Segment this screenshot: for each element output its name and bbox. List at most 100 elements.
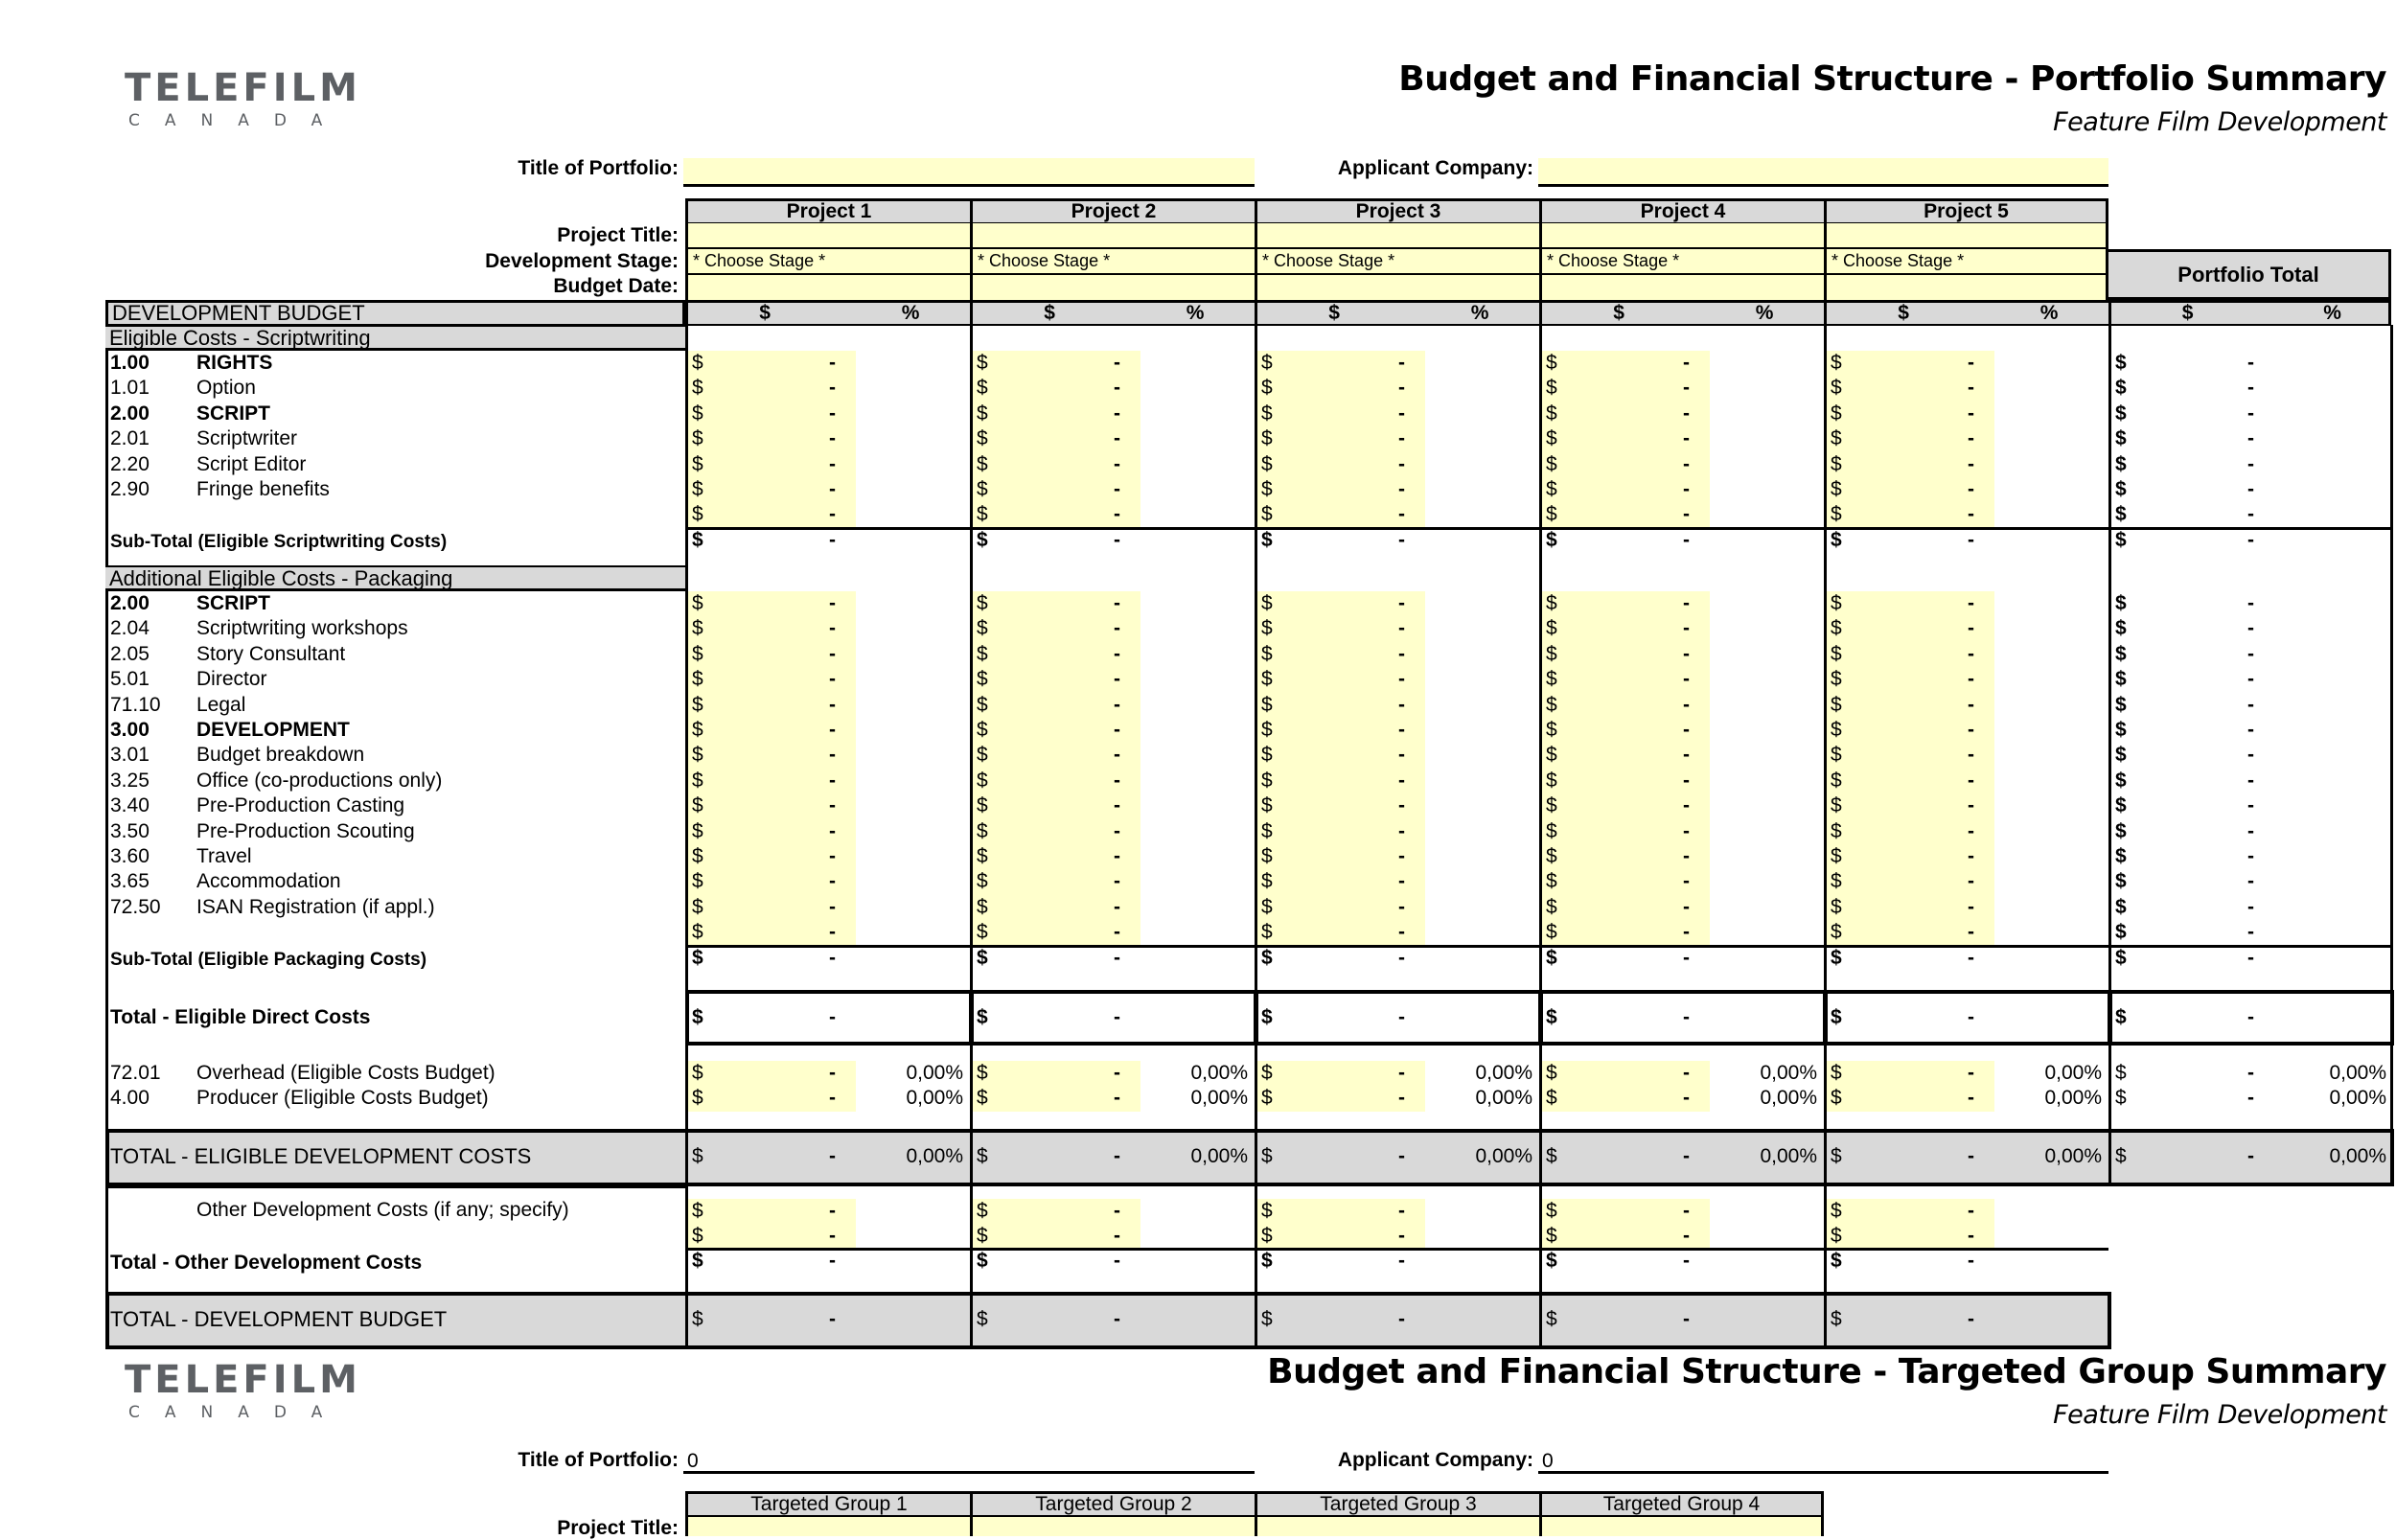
column-subheader: $% bbox=[1255, 300, 1539, 326]
amount-value: - bbox=[829, 1250, 836, 1272]
development-stage-select[interactable]: * Choose Stage * bbox=[1539, 249, 1824, 275]
column-divider bbox=[2108, 325, 2111, 1185]
total-eligible-direct-label: Total - Eligible Direct Costs bbox=[110, 1006, 371, 1028]
project-title-input[interactable] bbox=[1255, 223, 1539, 249]
row-label: 3.00 DEVELOPMENT bbox=[110, 718, 350, 743]
amount-value: - bbox=[1968, 1200, 1974, 1222]
packaging-subtotal-label: Sub-Total (Eligible Packaging Costs) bbox=[110, 949, 427, 970]
amount-value: - bbox=[829, 592, 836, 614]
percent-value: 0,00% bbox=[1760, 1062, 1817, 1084]
currency-symbol: $ bbox=[1546, 1200, 1557, 1222]
currency-symbol: $ bbox=[692, 452, 703, 475]
account-label: Pre-Production Casting bbox=[196, 794, 405, 817]
development-stage-select[interactable]: * Choose Stage * bbox=[1824, 249, 2108, 275]
budget-date-input[interactable] bbox=[1255, 275, 1539, 300]
currency-symbol: $ bbox=[692, 668, 703, 691]
dollar-column-header: $ bbox=[759, 302, 771, 324]
currency-symbol: $ bbox=[1261, 478, 1273, 500]
percent-value: 0,00% bbox=[2044, 1145, 2102, 1167]
row-label: 2.01 Scriptwriter bbox=[110, 426, 297, 451]
amount-value: - bbox=[1114, 427, 1120, 450]
row-label: 4.00 Producer (Eligible Costs Budget) bbox=[110, 1086, 489, 1111]
account-code: 2.90 bbox=[110, 478, 150, 500]
currency-symbol: $ bbox=[1546, 352, 1557, 374]
project-title-input[interactable] bbox=[1539, 223, 1824, 249]
account-label: DEVELOPMENT bbox=[196, 719, 350, 741]
amount-value: - bbox=[1398, 845, 1405, 867]
amount-value: - bbox=[2247, 870, 2254, 893]
targeted-project-title-input[interactable] bbox=[970, 1517, 1255, 1536]
amount-value: - bbox=[1968, 1308, 1974, 1330]
budget-date-input[interactable] bbox=[1824, 275, 2108, 300]
amount-value: - bbox=[1968, 402, 1974, 425]
project-title-input[interactable] bbox=[970, 223, 1255, 249]
amount-value: - bbox=[1968, 528, 1974, 551]
amount-value: - bbox=[1683, 895, 1690, 918]
percent-value: 0,00% bbox=[1190, 1087, 1248, 1109]
row-label bbox=[110, 920, 196, 945]
amount-value: - bbox=[2247, 895, 2254, 918]
currency-symbol: $ bbox=[977, 1087, 988, 1109]
development-stage-select[interactable]: * Choose Stage * bbox=[685, 249, 970, 275]
currency-symbol: $ bbox=[977, 819, 988, 842]
amount-value: - bbox=[829, 1006, 836, 1028]
targeted-project-title-input[interactable] bbox=[685, 1517, 970, 1536]
account-label: Overhead (Eligible Costs Budget) bbox=[196, 1062, 495, 1084]
amount-value: - bbox=[1398, 1250, 1405, 1272]
amount-value: - bbox=[1683, 719, 1690, 741]
development-stage-select[interactable]: * Choose Stage * bbox=[1255, 249, 1539, 275]
amount-value: - bbox=[2247, 1145, 2254, 1167]
amount-value: - bbox=[1683, 1087, 1690, 1109]
development-stage-select[interactable]: * Choose Stage * bbox=[970, 249, 1255, 275]
percent-value: 0,00% bbox=[906, 1145, 963, 1167]
applicant-company-input[interactable] bbox=[1538, 158, 2108, 187]
currency-symbol: $ bbox=[1261, 377, 1273, 400]
currency-symbol: $ bbox=[1831, 1308, 1842, 1330]
currency-symbol: $ bbox=[977, 592, 988, 614]
project-title-input[interactable] bbox=[1824, 223, 2108, 249]
amount-value: - bbox=[1683, 427, 1690, 450]
budget-date-input[interactable] bbox=[970, 275, 1255, 300]
dollar-column-header: $ bbox=[1898, 302, 1909, 324]
amount-value: - bbox=[1398, 592, 1405, 614]
currency-symbol: $ bbox=[1831, 769, 1842, 792]
currency-symbol: $ bbox=[692, 617, 703, 640]
currency-symbol: $ bbox=[2115, 794, 2127, 817]
budget-date-input[interactable] bbox=[1539, 275, 1824, 300]
title-of-portfolio-input[interactable] bbox=[683, 158, 1255, 187]
currency-symbol: $ bbox=[1831, 819, 1842, 842]
currency-symbol: $ bbox=[692, 870, 703, 893]
amount-value: - bbox=[1683, 946, 1690, 969]
amount-value: - bbox=[1683, 528, 1690, 551]
amount-value: - bbox=[1114, 794, 1120, 817]
currency-symbol: $ bbox=[977, 1200, 988, 1222]
targeted-project-title-input[interactable] bbox=[1539, 1517, 1824, 1536]
amount-value: - bbox=[1114, 769, 1120, 792]
targeted-subtitle: Feature Film Development bbox=[2053, 1400, 2386, 1430]
currency-symbol: $ bbox=[1831, 377, 1842, 400]
applicant-company-label: Applicant Company: bbox=[1337, 157, 1533, 179]
currency-symbol: $ bbox=[1546, 1308, 1557, 1330]
amount-value: - bbox=[829, 668, 836, 691]
currency-symbol: $ bbox=[977, 693, 988, 716]
amount-value: - bbox=[1398, 794, 1405, 817]
account-label: Budget breakdown bbox=[196, 744, 365, 767]
amount-value: - bbox=[1968, 1225, 1974, 1247]
currency-symbol: $ bbox=[1831, 352, 1842, 374]
currency-symbol: $ bbox=[1831, 668, 1842, 691]
project-title-input[interactable] bbox=[685, 223, 970, 249]
account-code: 3.60 bbox=[110, 845, 150, 867]
targeted-project-title-input[interactable] bbox=[1255, 1517, 1539, 1536]
currency-symbol: $ bbox=[692, 402, 703, 425]
percent-value: 0,00% bbox=[2329, 1062, 2386, 1084]
amount-value: - bbox=[829, 1225, 836, 1247]
amount-value: - bbox=[1114, 921, 1120, 944]
amount-value: - bbox=[2247, 946, 2254, 969]
column-divider bbox=[685, 1292, 688, 1349]
title-of-portfolio-label: Title of Portfolio: bbox=[518, 157, 679, 179]
currency-symbol: $ bbox=[2115, 352, 2127, 374]
budget-date-label: Budget Date: bbox=[553, 275, 679, 297]
budget-date-input[interactable] bbox=[685, 275, 970, 300]
column-divider bbox=[105, 325, 108, 1349]
currency-symbol: $ bbox=[1546, 1006, 1557, 1028]
